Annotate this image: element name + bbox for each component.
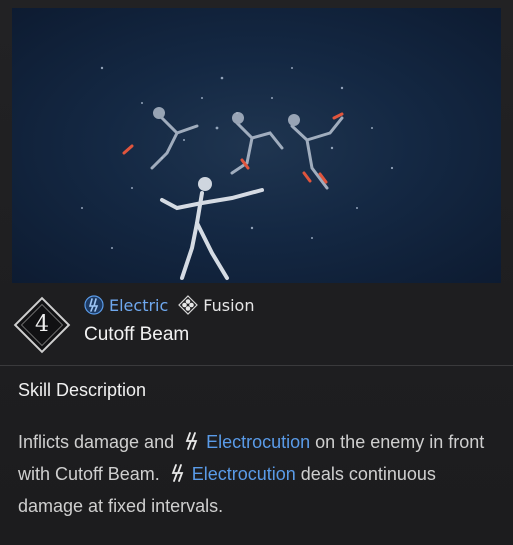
electrocution-icon: [185, 432, 198, 450]
particle-effects: [81, 66, 394, 249]
skill-name: Cutoff Beam: [84, 324, 190, 345]
skill-card: 4 Electric Fusion Cutoff Beam Skill Desc…: [0, 0, 513, 545]
section-divider: [0, 365, 513, 366]
fusion-icon: [178, 295, 199, 315]
enemy-figures: [150, 107, 344, 190]
player-figure: [160, 177, 264, 280]
skill-level-number: 4: [35, 312, 49, 337]
tag-fusion: Fusion: [178, 295, 254, 315]
tag-electric-label: Electric: [109, 295, 169, 315]
skill-tags: Electric Fusion: [84, 295, 254, 315]
skill-preview-scene: [81, 66, 394, 280]
electric-icon: [84, 295, 104, 315]
description-text-1: Inflicts damage and: [18, 432, 175, 452]
skill-preview-image: [12, 8, 501, 283]
keyword-electrocution[interactable]: Electrocution: [192, 464, 296, 484]
tag-electric: Electric: [84, 295, 168, 315]
tag-fusion-label: Fusion: [203, 295, 255, 315]
keyword-electrocution[interactable]: Electrocution: [206, 432, 310, 452]
description-body: Inflicts damage and Electrocution on the …: [18, 426, 498, 522]
description-title: Skill Description: [18, 380, 147, 400]
skill-header: 4 Electric Fusion Cutoff Beam: [0, 283, 513, 365]
skill-level-badge: 4: [13, 296, 71, 354]
electrocution-icon: [171, 464, 184, 482]
